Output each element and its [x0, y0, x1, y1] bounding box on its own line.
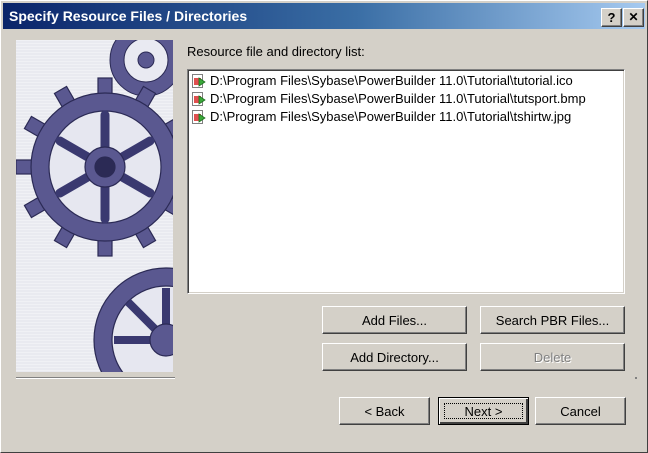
list-item-path: D:\Program Files\Sybase\PowerBuilder 11.… [210, 91, 586, 106]
list-item-path: D:\Program Files\Sybase\PowerBuilder 11.… [210, 73, 573, 88]
help-button[interactable]: ? [601, 8, 622, 27]
delete-button[interactable]: Delete [480, 343, 625, 371]
list-item[interactable]: D:\Program Files\Sybase\PowerBuilder 11.… [192, 108, 571, 126]
window-title: Specify Resource Files / Directories [9, 8, 248, 24]
list-item[interactable]: D:\Program Files\Sybase\PowerBuilder 11.… [192, 72, 573, 90]
focus-rectangle [444, 403, 523, 419]
illustration-divider [16, 377, 175, 379]
list-item-path: D:\Program Files\Sybase\PowerBuilder 11.… [210, 109, 572, 124]
back-button[interactable]: < Back [339, 397, 430, 425]
dialog-window: Specify Resource Files / Directories ? ✕ [0, 0, 648, 453]
separator-dot [635, 377, 637, 379]
wizard-gear-illustration [16, 40, 173, 372]
list-item[interactable]: D:\Program Files\Sybase\PowerBuilder 11.… [192, 90, 586, 108]
resource-list-label: Resource file and directory list: [187, 44, 365, 59]
gear-icon [16, 40, 173, 372]
next-button[interactable]: Next > [438, 397, 529, 425]
resource-file-icon [192, 74, 206, 88]
close-button[interactable]: ✕ [623, 8, 644, 27]
title-bar[interactable]: Specify Resource Files / Directories ? ✕ [3, 3, 645, 29]
resource-file-icon [192, 110, 206, 124]
resource-file-icon [192, 92, 206, 106]
resource-listbox[interactable]: D:\Program Files\Sybase\PowerBuilder 11.… [187, 69, 625, 294]
add-files-button[interactable]: Add Files... [322, 306, 467, 334]
cancel-button[interactable]: Cancel [535, 397, 626, 425]
add-directory-button[interactable]: Add Directory... [322, 343, 467, 371]
search-pbr-files-button[interactable]: Search PBR Files... [480, 306, 625, 334]
